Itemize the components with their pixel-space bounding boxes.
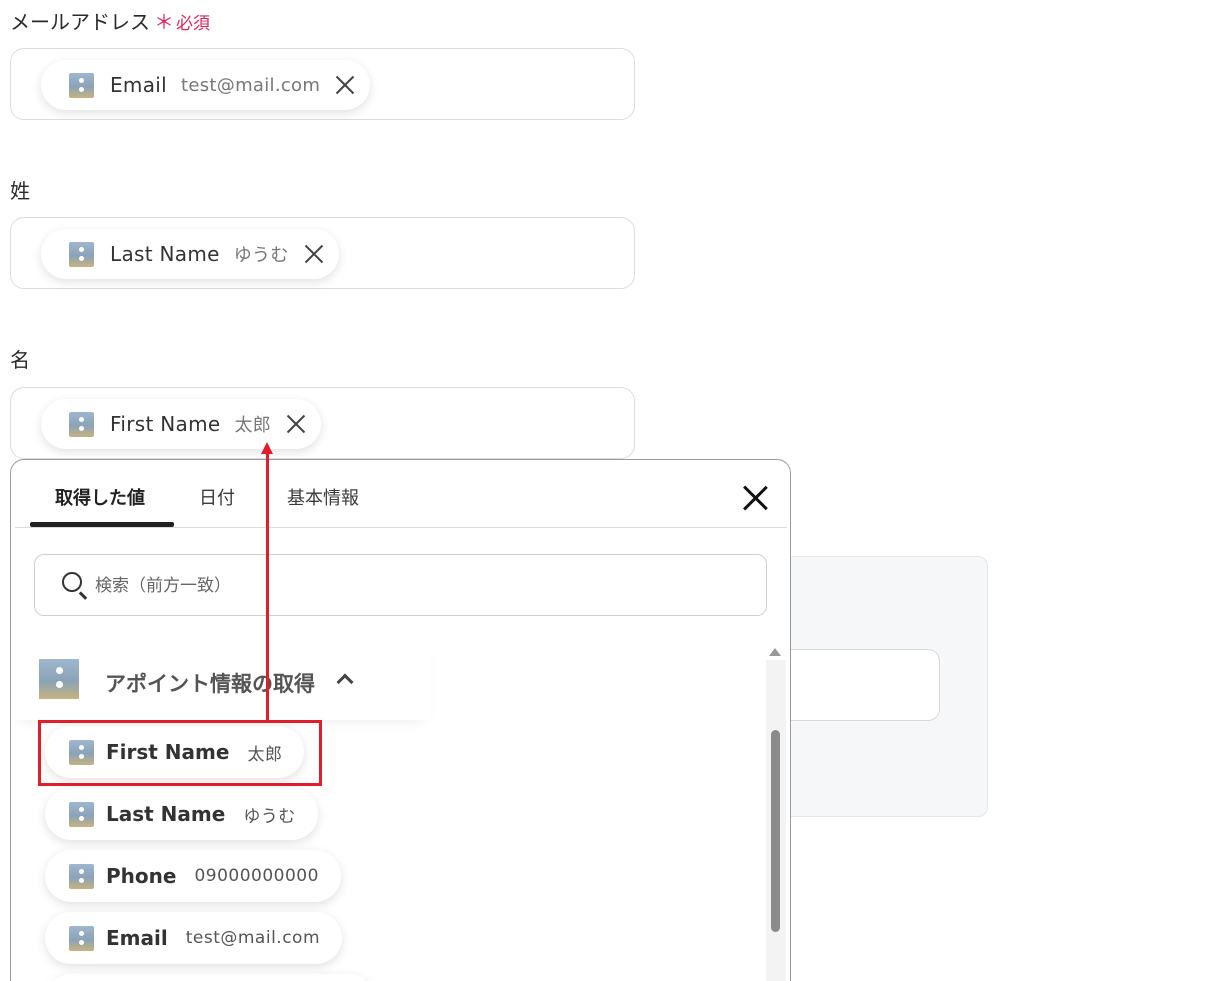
app-icon bbox=[69, 925, 94, 951]
search-icon bbox=[62, 572, 82, 592]
item-name: First Name bbox=[106, 740, 230, 764]
tab-bar: 取得した値 日付 基本情報 bbox=[15, 460, 787, 528]
first-name-field[interactable]: First Name 太郎 bbox=[10, 387, 635, 459]
annotation-arrow bbox=[266, 452, 269, 720]
background-input[interactable] bbox=[770, 649, 940, 721]
email-label-text: メールアドレス bbox=[10, 10, 150, 34]
list-item-phone[interactable]: Phone 09000000000 bbox=[45, 850, 341, 902]
email-field-label: メールアドレス＊必須 bbox=[10, 6, 210, 35]
list-item[interactable] bbox=[45, 974, 375, 981]
scroll-up-arrow-icon[interactable] bbox=[769, 648, 781, 656]
tab-date[interactable]: 日付 bbox=[199, 484, 235, 510]
item-name: Phone bbox=[106, 864, 177, 888]
group-header[interactable]: アポイント情報の取得 bbox=[11, 640, 431, 720]
item-name: Last Name bbox=[106, 802, 226, 826]
app-icon bbox=[69, 801, 94, 827]
chip-name: Last Name bbox=[110, 242, 220, 266]
app-icon bbox=[69, 411, 94, 437]
arrow-head-icon bbox=[261, 442, 273, 454]
item-name: Email bbox=[106, 926, 168, 950]
email-chip[interactable]: Email test@mail.com bbox=[41, 60, 371, 110]
app-icon bbox=[69, 863, 94, 889]
tab-fetched-values[interactable]: 取得した値 bbox=[55, 484, 145, 510]
list-item-last-name[interactable]: Last Name ゆうむ bbox=[45, 788, 318, 840]
value-picker-popup: 取得した値 日付 基本情報 アポイント情報の取得 First Name 太郎 L… bbox=[10, 459, 791, 981]
chip-value: 太郎 bbox=[234, 415, 272, 436]
chip-value: test@mail.com bbox=[181, 74, 321, 96]
search-box[interactable] bbox=[34, 554, 767, 616]
first-name-chip[interactable]: First Name 太郎 bbox=[41, 399, 322, 449]
last-name-field[interactable]: Last Name ゆうむ bbox=[10, 217, 635, 289]
group-title: アポイント情報の取得 bbox=[105, 672, 315, 696]
item-value: ゆうむ bbox=[243, 806, 296, 827]
last-name-field-label: 姓 bbox=[10, 175, 30, 204]
first-name-label-text: 名 bbox=[10, 348, 30, 372]
scrollbar-thumb[interactable] bbox=[771, 730, 780, 932]
search-input[interactable] bbox=[95, 571, 745, 601]
app-icon bbox=[39, 659, 79, 699]
app-icon bbox=[69, 72, 94, 98]
required-text: 必須 bbox=[176, 14, 210, 34]
chip-name: Email bbox=[110, 73, 167, 97]
first-name-field-label: 名 bbox=[10, 344, 30, 373]
remove-chip-icon[interactable] bbox=[334, 74, 356, 96]
required-asterisk: ＊ bbox=[154, 10, 174, 34]
list-item-first-name[interactable]: First Name 太郎 bbox=[45, 726, 305, 778]
item-value: test@mail.com bbox=[185, 928, 321, 948]
last-name-chip[interactable]: Last Name ゆうむ bbox=[41, 229, 339, 279]
app-icon bbox=[69, 739, 94, 765]
tab-basic-info[interactable]: 基本情報 bbox=[287, 484, 359, 510]
item-value: 09000000000 bbox=[194, 866, 319, 886]
remove-chip-icon[interactable] bbox=[303, 243, 325, 265]
item-value: 太郎 bbox=[247, 744, 283, 765]
close-icon[interactable] bbox=[742, 485, 768, 511]
active-tab-indicator bbox=[30, 522, 174, 527]
chip-value: ゆうむ bbox=[233, 245, 289, 266]
remove-chip-icon[interactable] bbox=[285, 413, 307, 435]
last-name-label-text: 姓 bbox=[10, 179, 30, 203]
email-field[interactable]: Email test@mail.com bbox=[10, 48, 635, 120]
app-icon bbox=[69, 241, 94, 267]
form-page: メールアドレス＊必須 Email test@mail.com 姓 Last Na… bbox=[0, 0, 1232, 981]
chip-name: First Name bbox=[110, 412, 221, 436]
chevron-up-icon[interactable] bbox=[336, 673, 354, 691]
list-item-email[interactable]: Email test@mail.com bbox=[45, 912, 343, 964]
